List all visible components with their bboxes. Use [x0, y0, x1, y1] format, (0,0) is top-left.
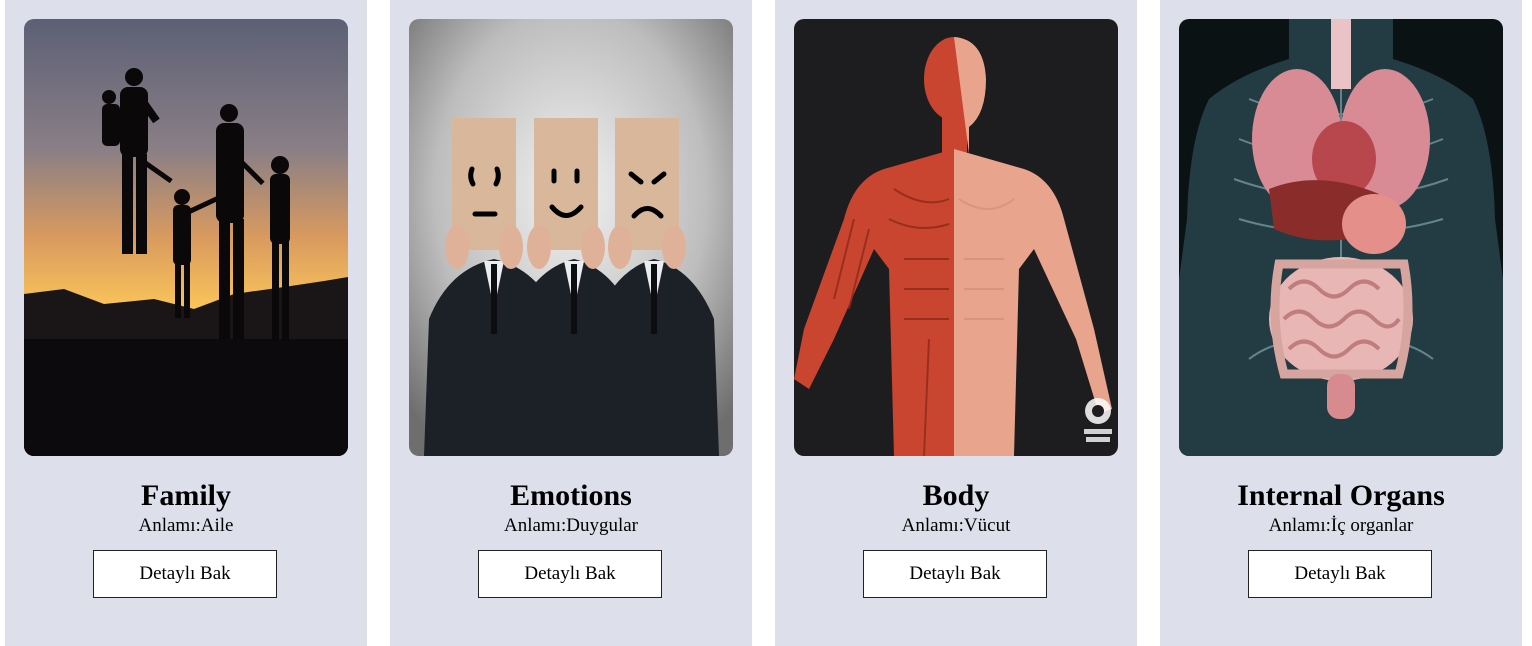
card-meaning: Anlamı:İç organlar [1268, 515, 1414, 536]
body-image[interactable] [794, 19, 1118, 456]
card-meaning: Anlamı:Duygular [503, 515, 639, 536]
category-grid: Family Anlamı:Aile Detaylı Bak Emotions … [0, 0, 1532, 646]
detail-button-body[interactable]: Detaylı Bak [863, 550, 1047, 598]
category-card-emotions: Emotions Anlamı:Duygular Detaylı Bak [390, 0, 752, 646]
family-image[interactable] [24, 19, 348, 456]
detail-button-emotions[interactable]: Detaylı Bak [478, 550, 662, 598]
card-title: Internal Organs [1237, 479, 1445, 512]
internal-organs-image[interactable] [1179, 19, 1503, 456]
detail-button-internal-organs[interactable]: Detaylı Bak [1248, 550, 1432, 598]
category-card-internal-organs: Internal Organs Anlamı:İç organlar Detay… [1160, 0, 1522, 646]
card-title: Family [141, 479, 231, 512]
category-card-family: Family Anlamı:Aile Detaylı Bak [5, 0, 367, 646]
card-meaning: Anlamı:Vücut [901, 515, 1011, 536]
detail-button-family[interactable]: Detaylı Bak [93, 550, 277, 598]
card-title: Emotions [510, 479, 632, 512]
category-card-body: Body Anlamı:Vücut Detaylı Bak [775, 0, 1137, 646]
emotions-image[interactable] [409, 19, 733, 456]
card-title: Body [922, 479, 990, 512]
card-meaning: Anlamı:Aile [138, 515, 234, 536]
